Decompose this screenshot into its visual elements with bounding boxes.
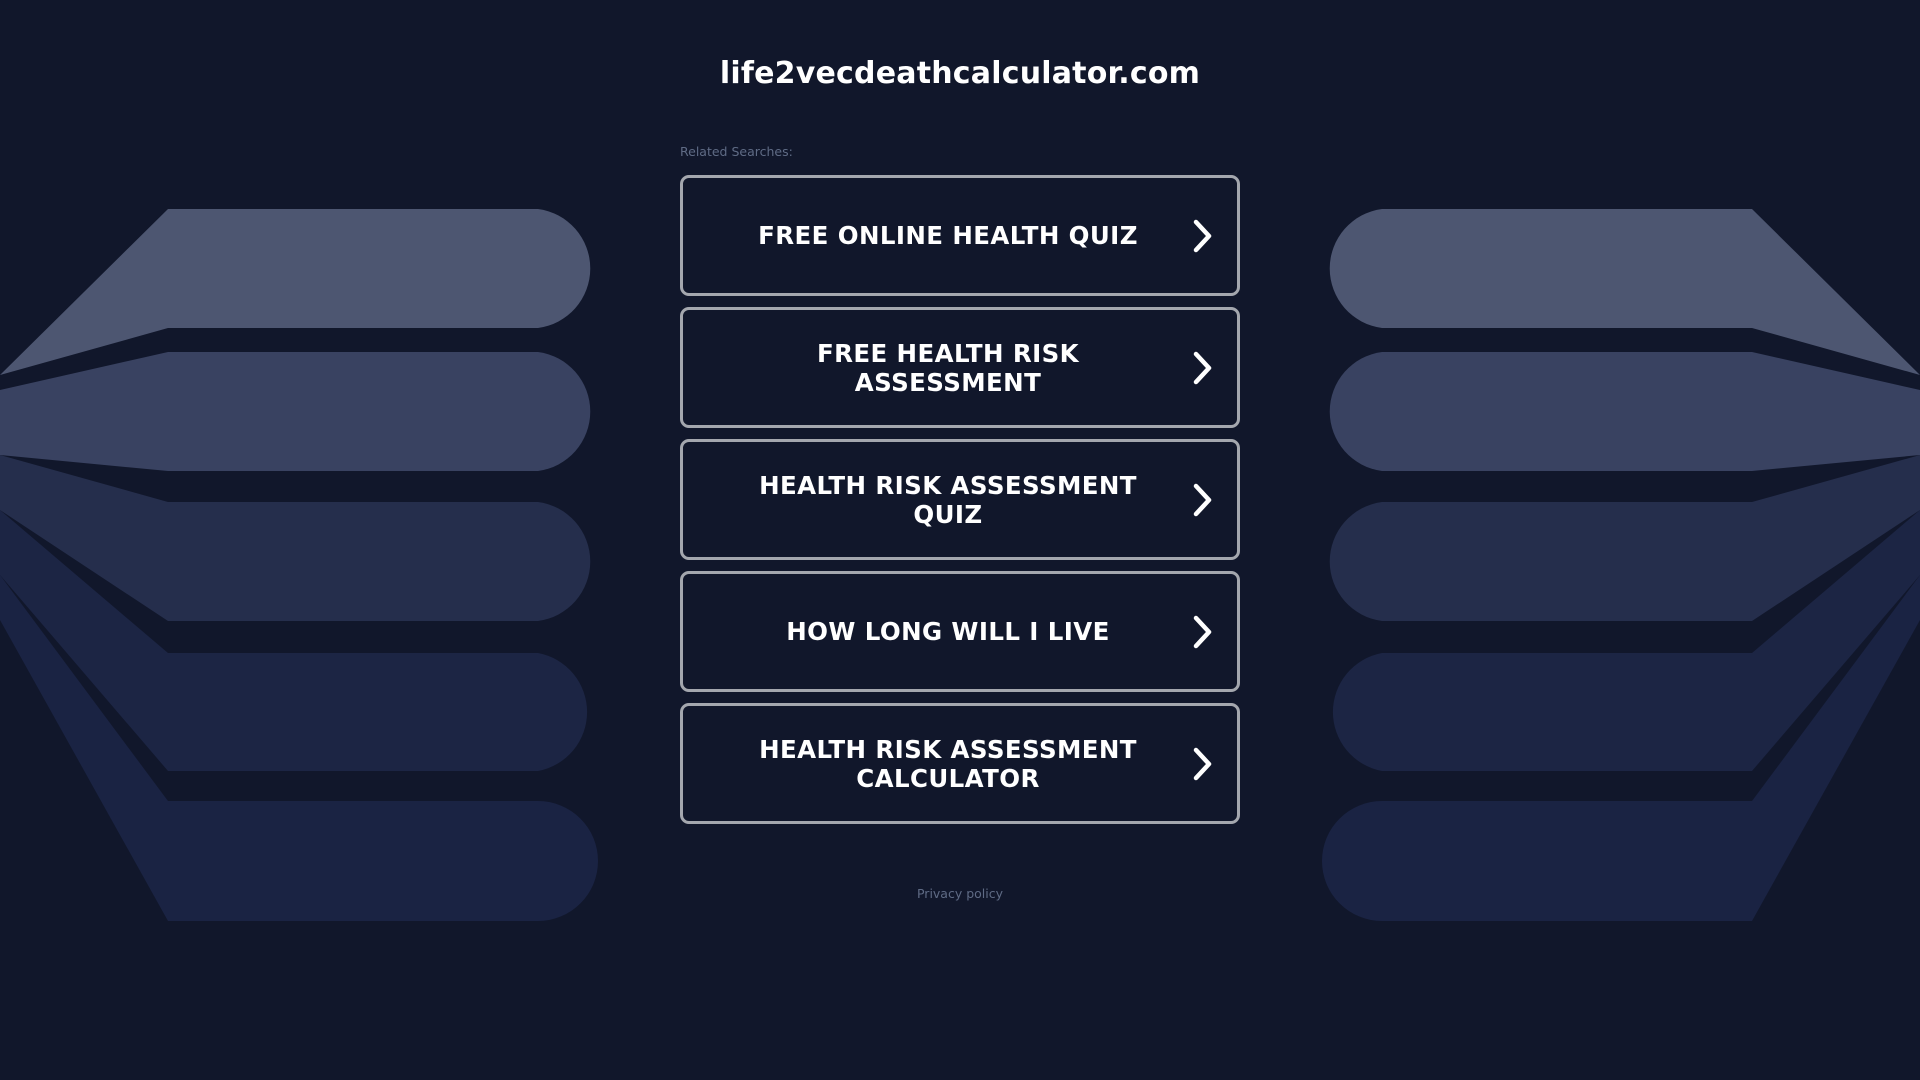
chevron-right-icon xyxy=(1193,219,1212,252)
related-search-link[interactable]: HEALTH RISK ASSESSMENT CALCULATOR xyxy=(680,703,1240,824)
related-search-link[interactable]: HEALTH RISK ASSESSMENT QUIZ xyxy=(680,439,1240,560)
page-content: life2vecdeathcalculator.com Related Sear… xyxy=(0,0,1920,1080)
chevron-right-icon xyxy=(1193,483,1212,516)
chevron-right-icon xyxy=(1193,747,1212,780)
related-search-label: HEALTH RISK ASSESSMENT CALCULATOR xyxy=(759,734,1137,793)
chevron-right-icon xyxy=(1193,615,1212,648)
related-searches-label: Related Searches: xyxy=(680,144,793,159)
privacy-policy-link[interactable]: Privacy policy xyxy=(0,886,1920,901)
related-search-link[interactable]: FREE ONLINE HEALTH QUIZ xyxy=(680,175,1240,296)
related-search-label: FREE HEALTH RISK ASSESSMENT xyxy=(816,338,1080,397)
related-search-link[interactable]: FREE HEALTH RISK ASSESSMENT xyxy=(680,307,1240,428)
related-search-link[interactable]: HOW LONG WILL I LIVE xyxy=(680,571,1240,692)
site-title: life2vecdeathcalculator.com xyxy=(719,56,1201,91)
chevron-right-icon xyxy=(1193,351,1212,384)
related-searches-list: FREE ONLINE HEALTH QUIZ FREE HEALTH RISK… xyxy=(680,175,1240,835)
related-search-label: FREE ONLINE HEALTH QUIZ xyxy=(758,221,1138,250)
related-search-label: HEALTH RISK ASSESSMENT QUIZ xyxy=(759,470,1137,529)
related-search-label: HOW LONG WILL I LIVE xyxy=(786,617,1110,646)
